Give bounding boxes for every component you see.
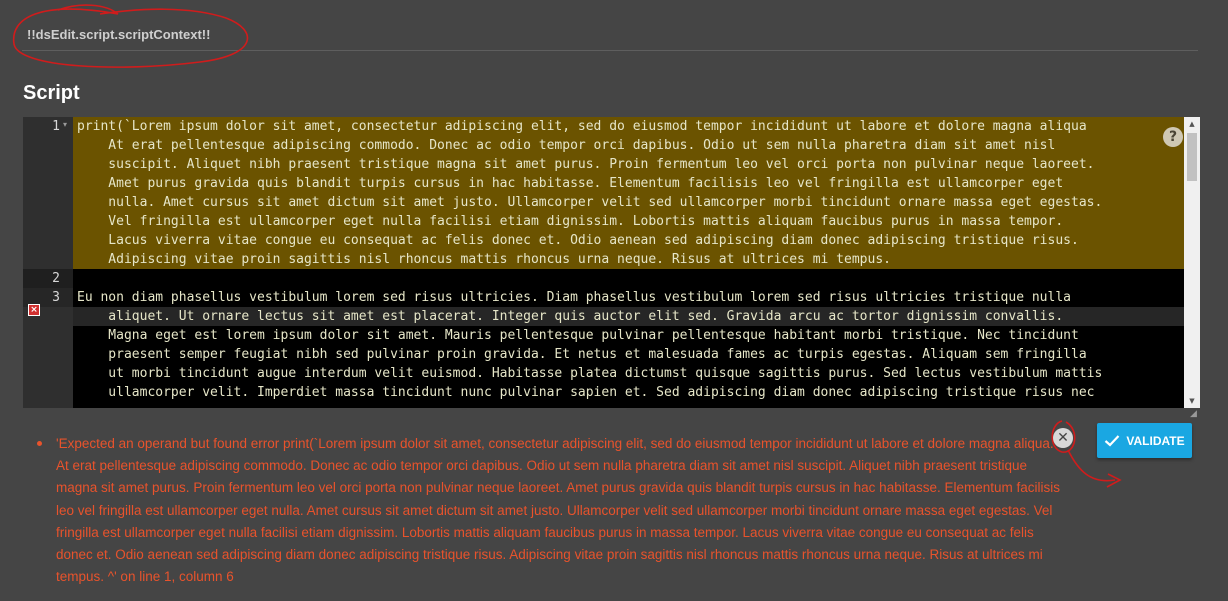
fold-chevron-icon[interactable]: ▾ bbox=[63, 120, 67, 129]
code-area[interactable]: print(`Lorem ipsum dolor sit amet, conse… bbox=[73, 117, 1185, 408]
editor-gutter: 1 ▾ × 2 3 bbox=[23, 117, 73, 408]
code-line-1[interactable]: print(`Lorem ipsum dolor sit amet, conse… bbox=[77, 117, 1182, 269]
help-icon[interactable]: ? bbox=[1163, 127, 1183, 147]
code-editor[interactable]: 1 ▾ × 2 3 print(`Lorem ipsum dolor sit a… bbox=[23, 117, 1200, 408]
line-number: 3 bbox=[52, 290, 60, 305]
scroll-down-arrow-icon[interactable]: ▼ bbox=[1184, 394, 1200, 408]
editor-scrollbar[interactable]: ▲ ▼ bbox=[1184, 117, 1200, 408]
close-icon[interactable]: ✕ bbox=[1053, 428, 1073, 448]
arrow-head-annotation bbox=[1106, 473, 1122, 488]
scrollbar-thumb[interactable] bbox=[1187, 133, 1197, 181]
line-number: 1 bbox=[52, 119, 60, 134]
validate-label: Validate bbox=[1126, 433, 1185, 448]
line-number: 2 bbox=[52, 271, 60, 286]
script-context-title: !!dsEdit.script.scriptContext!! bbox=[27, 27, 211, 42]
error-list: 'Expected an operand but found error pri… bbox=[34, 433, 1069, 588]
scroll-up-arrow-icon[interactable]: ▲ bbox=[1184, 117, 1200, 131]
error-message: 'Expected an operand but found error pri… bbox=[34, 433, 1069, 588]
section-title: Script bbox=[23, 82, 80, 104]
resize-grip-icon[interactable]: ◢ bbox=[1190, 408, 1200, 418]
checkmark-icon bbox=[1105, 435, 1120, 447]
error-marker-icon[interactable]: × bbox=[28, 304, 40, 316]
code-line-3[interactable]: Eu non diam phasellus vestibulum lorem s… bbox=[77, 288, 1182, 402]
header-divider bbox=[22, 50, 1198, 51]
validate-button[interactable]: Validate bbox=[1097, 423, 1192, 458]
